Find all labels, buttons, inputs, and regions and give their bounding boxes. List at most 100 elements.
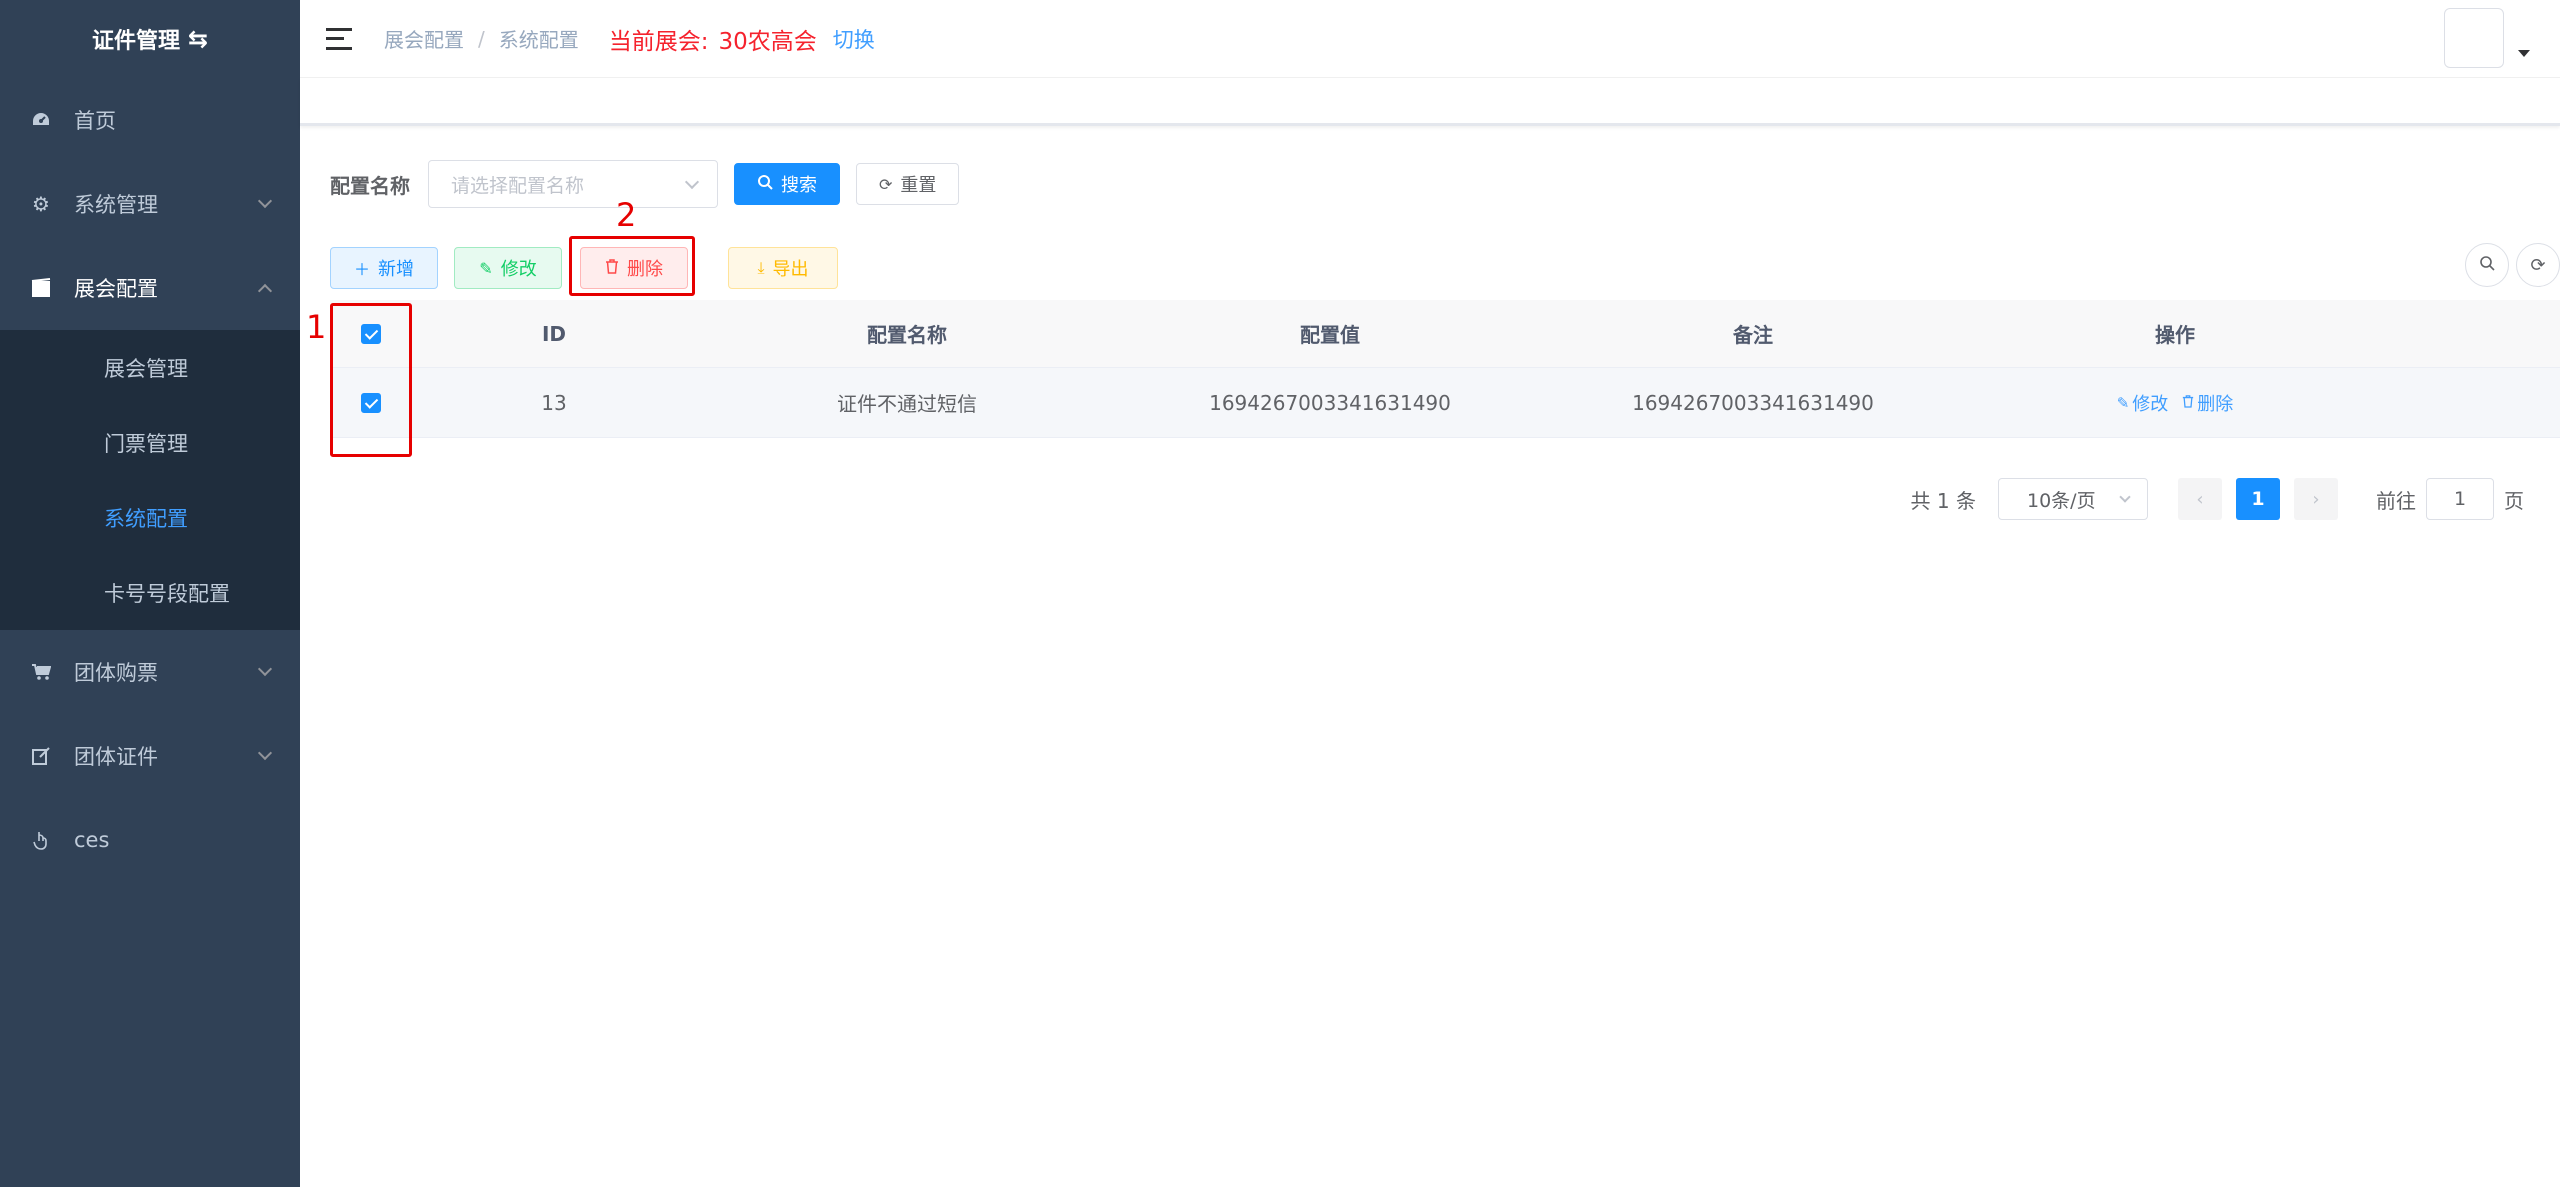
- trash-icon: [2182, 394, 2194, 412]
- annotation-number-2: 2: [616, 196, 637, 234]
- hand-pointer-icon: [30, 829, 52, 851]
- search-form: 配置名称 请选择配置名称 搜索 ⟳ 重置: [330, 160, 960, 208]
- cell-name: 证件不通过短信: [837, 392, 977, 416]
- chevron-up-icon: [257, 283, 273, 299]
- sidebar-item-label: 展会配置: [74, 277, 158, 301]
- hamburger-icon[interactable]: [326, 27, 352, 50]
- sidebar-item-group-ticket[interactable]: 团体购票: [0, 630, 300, 714]
- submenu-item-ticket-manage[interactable]: 门票管理: [0, 405, 300, 480]
- submenu-exhibition-config: 展会管理 门票管理 系统配置 卡号号段配置: [0, 330, 300, 630]
- sidebar-item-label: 首页: [74, 109, 116, 133]
- config-name-select[interactable]: 请选择配置名称: [428, 160, 718, 208]
- search-icon: [757, 174, 773, 194]
- table-header-row: ID 配置名称 配置值 备注 操作: [330, 300, 2560, 368]
- pencil-icon: ✎: [2116, 393, 2130, 412]
- sidebar-item-label: ces: [74, 828, 110, 852]
- search-button-label: 搜索: [781, 175, 817, 196]
- caret-down-icon[interactable]: [2518, 50, 2530, 57]
- table-row[interactable]: 13 证件不通过短信 1694267003341631490 169426700…: [330, 368, 2560, 438]
- sidebar-item-label: 团体购票: [74, 661, 158, 685]
- chevron-down-icon: [257, 193, 273, 209]
- prev-page-button[interactable]: ‹: [2178, 478, 2222, 520]
- page-size-select[interactable]: 10条/页: [1998, 478, 2148, 520]
- edit-button-label: 修改: [500, 259, 537, 280]
- submenu-item-exhibition-manage[interactable]: 展会管理: [0, 330, 300, 405]
- select-placeholder: 请选择配置名称: [451, 174, 585, 197]
- cell-remark: 1694267003341631490: [1632, 390, 1874, 415]
- column-header-id[interactable]: ID: [412, 322, 696, 346]
- pagination-total: 共 1 条: [1910, 488, 1976, 513]
- edit-button[interactable]: ✎ 修改: [454, 247, 562, 289]
- download-icon: ⤓: [757, 258, 765, 277]
- column-header-value[interactable]: 配置值: [1118, 319, 1542, 348]
- row-edit-label: 修改: [2132, 393, 2169, 415]
- page-number-button[interactable]: 1: [2236, 478, 2280, 520]
- avatar[interactable]: [2444, 8, 2504, 68]
- breadcrumb-separator: /: [478, 26, 485, 51]
- search-button[interactable]: 搜索: [734, 163, 840, 205]
- chevron-down-icon: [684, 174, 700, 190]
- cell-id: 13: [541, 390, 567, 415]
- current-exhibition-label: 当前展会:: [608, 28, 709, 55]
- add-button-label: 新增: [378, 259, 414, 280]
- sidebar-logo[interactable]: 证件管理 ⇆: [0, 0, 300, 78]
- logo-title: 证件管理: [91, 29, 180, 54]
- sidebar-item-label: 团体证件: [74, 745, 158, 769]
- submenu-item-label: 卡号号段配置: [104, 581, 230, 606]
- export-button-label: 导出: [772, 259, 809, 280]
- current-exhibition-value: 30农高会: [718, 28, 817, 55]
- search-icon: [2479, 255, 2495, 276]
- submenu-item-label: 系统配置: [104, 506, 188, 531]
- refresh-icon: ⟳: [2530, 254, 2546, 276]
- refresh-table-button[interactable]: ⟳: [2516, 243, 2560, 287]
- annotation-number-1: 1: [306, 308, 327, 346]
- breadcrumb-item-current: 系统配置: [498, 28, 579, 52]
- sidebar: 证件管理 ⇆ 首页 ⚙ 系统管理 展会配置 展会管理 门票管理 系统配置 卡号号…: [0, 0, 300, 1187]
- gear-icon: ⚙: [32, 192, 50, 216]
- sidebar-item-ces[interactable]: ces: [0, 798, 300, 882]
- chevron-down-icon: [2119, 491, 2131, 503]
- column-header-remark[interactable]: 备注: [1542, 319, 1964, 348]
- pencil-icon: ✎: [479, 258, 493, 278]
- sidebar-item-system[interactable]: ⚙ 系统管理: [0, 162, 300, 246]
- sidebar-item-label: 系统管理: [74, 193, 158, 217]
- breadcrumb-item[interactable]: 展会配置: [384, 24, 464, 53]
- column-header-name[interactable]: 配置名称: [696, 319, 1118, 348]
- chevron-down-icon: [257, 661, 273, 677]
- goto-page-input[interactable]: 1: [2426, 478, 2494, 520]
- goto-label: 前往: [2376, 488, 2416, 513]
- sidebar-item-exhibition-config[interactable]: 展会配置: [0, 246, 300, 330]
- row-delete-label: 删除: [2197, 393, 2234, 415]
- submenu-item-system-config[interactable]: 系统配置: [0, 480, 300, 555]
- dashboard-icon: [30, 109, 52, 131]
- clapper-icon: [30, 277, 52, 299]
- reset-button-label: 重置: [900, 175, 937, 196]
- chevron-down-icon: [257, 745, 273, 761]
- sidebar-item-group-certificate[interactable]: 团体证件: [0, 714, 300, 798]
- next-page-button[interactable]: ›: [2294, 478, 2338, 520]
- config-name-label: 配置名称: [330, 173, 410, 198]
- cart-icon: [30, 661, 52, 683]
- config-table: ID 配置名称 配置值 备注 操作 13 证件不通过短信 16942670033…: [330, 300, 2560, 438]
- tags-view-bar: [300, 78, 2560, 126]
- row-delete-link[interactable]: 删除: [2182, 390, 2233, 416]
- submenu-item-label: 展会管理: [104, 356, 188, 381]
- row-edit-link[interactable]: ✎ 修改: [2117, 390, 2169, 416]
- switch-exhibition-link[interactable]: 切换: [833, 24, 875, 54]
- reset-button[interactable]: ⟳ 重置: [856, 163, 960, 205]
- submenu-item-card-range-config[interactable]: 卡号号段配置: [0, 555, 300, 630]
- top-navbar: 展会配置 / 系统配置 当前展会: 30农高会 切换: [300, 0, 2560, 78]
- add-button[interactable]: ＋ 新增: [330, 247, 438, 289]
- export-button[interactable]: ⤓ 导出: [728, 247, 838, 289]
- submenu-item-label: 门票管理: [104, 431, 188, 456]
- sidebar-item-home[interactable]: 首页: [0, 78, 300, 162]
- annotation-box-checkboxes: [330, 303, 412, 457]
- cell-ops: ✎ 修改 删除: [1964, 390, 2386, 416]
- goto-suffix: 页: [2504, 488, 2524, 513]
- toggle-search-button[interactable]: [2465, 243, 2509, 287]
- column-header-ops: 操作: [2155, 323, 2195, 347]
- annotation-box-delete: [569, 236, 695, 296]
- page-size-value: 10条/页: [2027, 489, 2096, 512]
- cell-value: 1694267003341631490: [1209, 390, 1451, 415]
- chevron-left-icon: ‹: [2196, 488, 2204, 510]
